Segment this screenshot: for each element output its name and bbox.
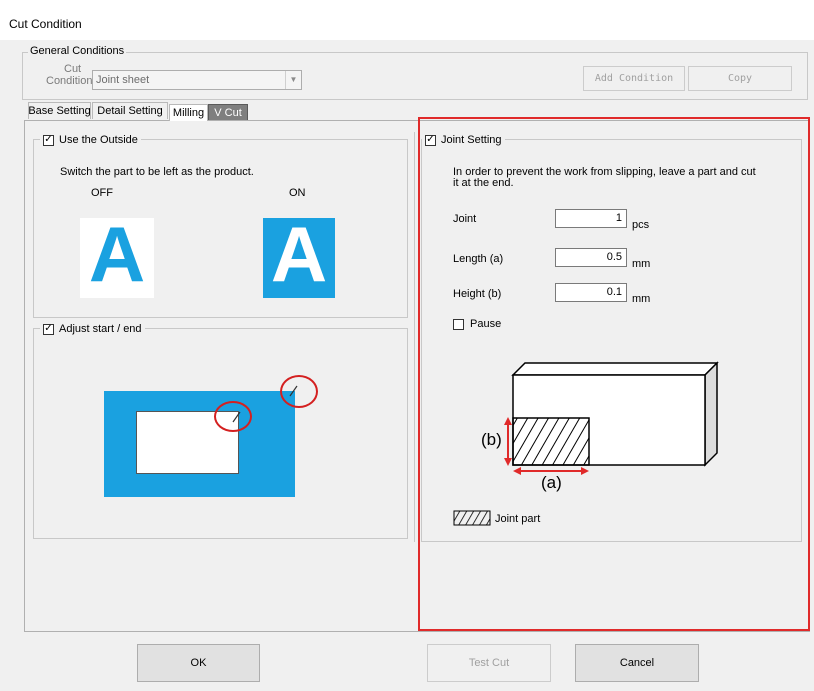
cut-condition-combo-value: Joint sheet [96,74,150,86]
use-outside-header[interactable]: ✓ Use the Outside [40,134,141,146]
tab-milling[interactable]: Milling [169,104,208,121]
ok-button[interactable]: OK [137,644,260,682]
inner-start-highlight [214,401,252,432]
off-label: OFF [91,187,113,199]
column-divider [414,132,415,542]
title-bar [0,0,814,40]
use-outside-checkbox[interactable]: ✓ [43,134,54,146]
adjust-label: Adjust start / end [59,323,142,335]
joint-setting-highlight [418,117,810,631]
test-cut-button[interactable]: Test Cut [427,644,551,682]
adjust-checkbox[interactable]: ✓ [43,323,54,335]
cut-condition-combo[interactable]: Joint sheet ▼ [92,70,302,90]
adjust-header[interactable]: ✓ Adjust start / end [40,323,145,335]
window-title: Cut Condition [9,17,82,31]
copy-button[interactable]: Copy [688,66,792,91]
tab-base-setting[interactable]: Base Setting [28,102,91,119]
outer-start-highlight [280,375,318,408]
outside-on-image: A [263,215,335,298]
tab-detail-setting[interactable]: Detail Setting [92,102,168,119]
add-condition-button[interactable]: Add Condition [583,66,685,91]
cancel-button[interactable]: Cancel [575,644,699,682]
on-label: ON [289,187,306,199]
chevron-down-icon[interactable]: ▼ [285,71,301,89]
outside-off-image: A [80,215,154,298]
general-conditions-legend: General Conditions [28,45,127,57]
tab-v-cut[interactable]: V Cut [208,104,248,121]
outside-description: Switch the part to be left as the produc… [60,166,254,178]
cut-condition-label-line2: Condition [46,75,93,87]
use-outside-label: Use the Outside [59,134,138,146]
cut-condition-label-line1: Cut [64,63,82,75]
